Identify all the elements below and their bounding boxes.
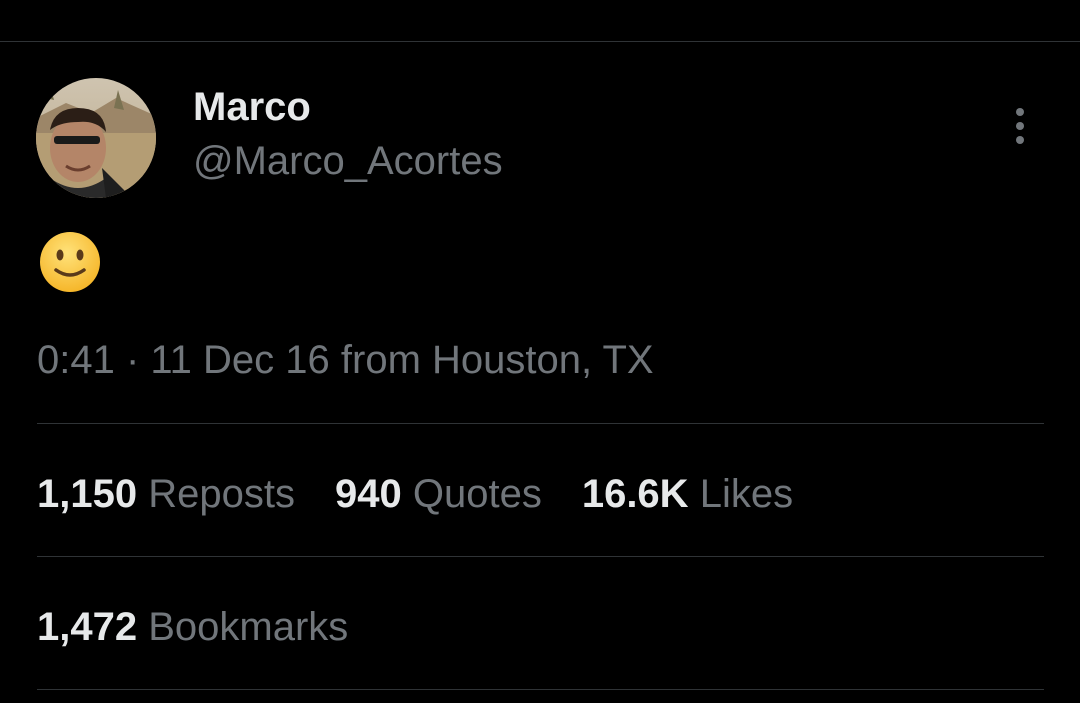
author-display-name[interactable]: Marco bbox=[193, 84, 311, 130]
tweet-text bbox=[38, 230, 102, 294]
more-dot-icon bbox=[1016, 108, 1024, 116]
likes-count: 16.6K bbox=[581, 472, 689, 516]
more-dot-icon bbox=[1016, 136, 1024, 144]
quotes-count: 940 bbox=[334, 472, 402, 516]
reposts-label: Reposts bbox=[148, 472, 295, 516]
bookmarks-row: 1,472 Bookmarks bbox=[37, 603, 388, 651]
top-divider bbox=[0, 41, 1080, 42]
more-options-button[interactable] bbox=[1000, 104, 1040, 148]
divider bbox=[37, 423, 1044, 424]
likes-label: Likes bbox=[699, 472, 794, 516]
bookmarks-count: 1,472 bbox=[37, 605, 138, 649]
quotes-stat[interactable]: 940 Quotes bbox=[335, 470, 542, 518]
divider bbox=[37, 556, 1044, 557]
engagement-stats: 1,150 Reposts 940 Quotes 16.6K Likes bbox=[37, 470, 833, 518]
more-dot-icon bbox=[1016, 122, 1024, 130]
avatar-image bbox=[36, 78, 156, 198]
bookmarks-stat[interactable]: 1,472 Bookmarks bbox=[37, 603, 348, 651]
bookmarks-label: Bookmarks bbox=[148, 605, 349, 649]
avatar[interactable] bbox=[36, 78, 156, 198]
slightly-smiling-face-icon bbox=[40, 232, 100, 292]
reposts-stat[interactable]: 1,150 Reposts bbox=[37, 470, 295, 518]
divider bbox=[37, 689, 1044, 690]
quotes-label: Quotes bbox=[412, 472, 542, 516]
tweet-timestamp-location[interactable]: 0:41 · 11 Dec 16 from Houston, TX bbox=[37, 336, 654, 384]
author-handle[interactable]: @Marco_Acortes bbox=[193, 138, 503, 184]
likes-stat[interactable]: 16.6K Likes bbox=[582, 470, 793, 518]
reposts-count: 1,150 bbox=[37, 472, 138, 516]
